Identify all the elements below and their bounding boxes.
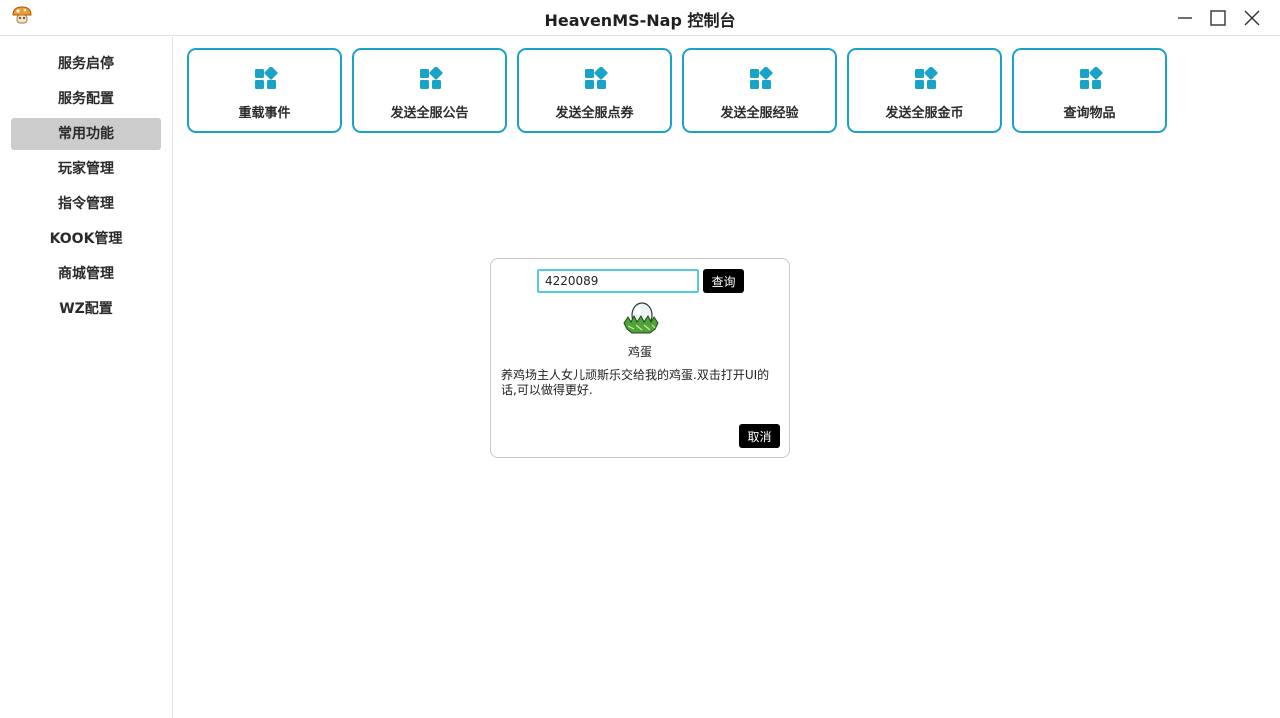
sidebar-item-player-management[interactable]: 玩家管理 bbox=[11, 153, 161, 185]
send-exp-button[interactable]: 发送全服经验 bbox=[682, 48, 837, 133]
egg-in-nest-icon bbox=[623, 302, 659, 334]
widgets-icon bbox=[255, 67, 278, 89]
title-bar: HeavenMS-Nap 控制台 bbox=[0, 0, 1280, 36]
sidebar-item-command-management[interactable]: 指令管理 bbox=[11, 188, 161, 220]
item-name: 鸡蛋 bbox=[627, 345, 652, 359]
window-title: HeavenMS-Nap 控制台 bbox=[544, 11, 736, 30]
item-description: 养鸡场主人女儿顽斯乐交给我的鸡蛋.双击打开UI的话,可以做得更好. bbox=[501, 368, 770, 397]
send-meso-label: 发送全服金币 bbox=[885, 106, 964, 121]
sidebar-item-service-control[interactable]: 服务启停 bbox=[11, 48, 161, 80]
query-item-label: 查询物品 bbox=[1063, 106, 1116, 121]
send-points-label: 发送全服点券 bbox=[555, 106, 634, 121]
send-exp-label: 发送全服经验 bbox=[720, 106, 799, 121]
minimize-icon[interactable] bbox=[1173, 6, 1197, 30]
cancel-button[interactable]: 取消 bbox=[739, 424, 780, 448]
item-query-dialog: 查询 鸡蛋 养鸡场主人女儿顽斯乐交给我的鸡蛋.双击打开UI的话,可以做得更好. … bbox=[490, 258, 790, 458]
send-points-button[interactable]: 发送全服点券 bbox=[517, 48, 672, 133]
sidebar-item-common-functions[interactable]: 常用功能 bbox=[11, 118, 161, 150]
widgets-icon bbox=[585, 67, 608, 89]
sidebar-item-wz-config[interactable]: WZ配置 bbox=[11, 293, 161, 325]
widgets-icon bbox=[750, 67, 773, 89]
sidebar-item-service-config[interactable]: 服务配置 bbox=[11, 83, 161, 115]
close-icon[interactable] bbox=[1240, 6, 1264, 30]
sidebar: 服务启停 服务配置 常用功能 玩家管理 指令管理 KOOK管理 商城管理 WZ配… bbox=[0, 37, 173, 718]
maximize-icon[interactable] bbox=[1206, 6, 1230, 30]
sidebar-item-shop-management[interactable]: 商城管理 bbox=[11, 258, 161, 290]
widgets-icon bbox=[1080, 67, 1103, 89]
reload-events-button[interactable]: 重载事件 bbox=[187, 48, 342, 133]
send-announcement-label: 发送全服公告 bbox=[390, 106, 469, 121]
item-id-input[interactable] bbox=[537, 269, 699, 293]
widgets-icon bbox=[915, 67, 938, 89]
send-announcement-button[interactable]: 发送全服公告 bbox=[352, 48, 507, 133]
sidebar-item-kook-management[interactable]: KOOK管理 bbox=[11, 223, 161, 255]
query-item-button[interactable]: 查询物品 bbox=[1012, 48, 1167, 133]
send-meso-button[interactable]: 发送全服金币 bbox=[847, 48, 1002, 133]
widgets-icon bbox=[420, 67, 443, 89]
query-button[interactable]: 查询 bbox=[703, 269, 744, 293]
reload-events-label: 重载事件 bbox=[238, 106, 291, 121]
